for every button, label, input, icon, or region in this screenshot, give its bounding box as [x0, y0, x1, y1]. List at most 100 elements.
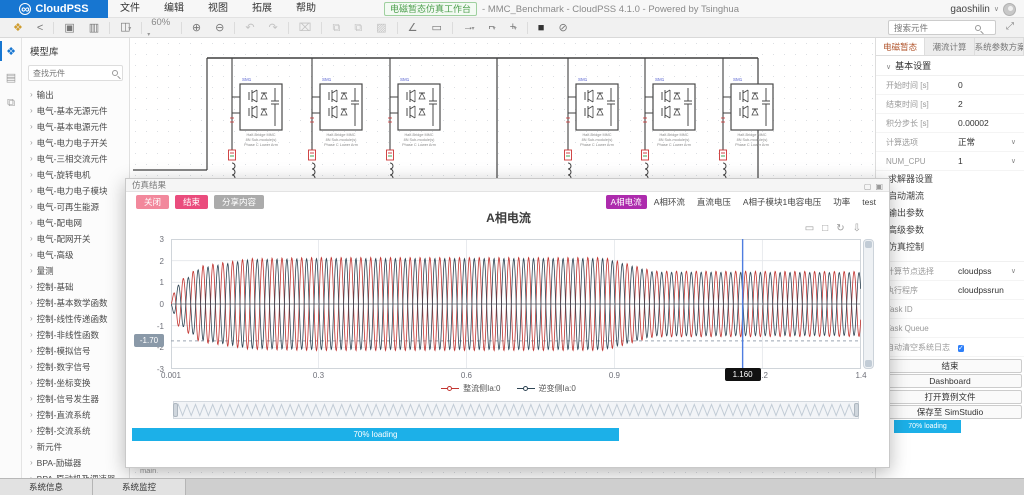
datazoom-left-handle[interactable]	[173, 403, 178, 417]
legend-item[interactable]: 整流侧Ia:0	[441, 383, 500, 394]
delete-icon[interactable]: ⌧	[292, 18, 319, 38]
element-search-box[interactable]	[888, 20, 996, 35]
menu-帮助[interactable]: 帮助	[284, 0, 328, 18]
sidebar-search-input[interactable]	[33, 69, 111, 78]
share-icon[interactable]: <	[30, 18, 50, 38]
sidebar-item[interactable]: ›新元件	[22, 439, 129, 455]
settings-section-header[interactable]: 求解器设置	[876, 171, 1024, 188]
simulation-results-window[interactable]: 仿真结果 ▢▣ 关闭结束分享内容 A相电流A相环流直流电压A相子模块1电容电压功…	[125, 178, 890, 468]
menu-文件[interactable]: 文件	[108, 0, 152, 18]
sidebar-item[interactable]: ›控制-非线性函数	[22, 327, 129, 343]
reset-icon[interactable]: ↻	[836, 223, 844, 234]
setting-value[interactable]: 1	[958, 156, 1011, 166]
settings-tab-潮流计算[interactable]: 潮流计算	[925, 38, 974, 55]
sidebar-item[interactable]: ›控制-基础	[22, 279, 129, 295]
sidebar-item[interactable]: ›BPA-原动机及调速器	[22, 471, 129, 478]
expand-icon[interactable]: ⤢	[1006, 21, 1014, 32]
sidebar-item[interactable]: ›电气-电力电子开关	[22, 135, 129, 151]
sidebar-search-box[interactable]	[28, 65, 123, 81]
setting-value[interactable]: ✓	[958, 342, 1016, 353]
panel-button-结束[interactable]: 结束	[878, 359, 1022, 373]
paste-icon[interactable]: ⧉	[347, 18, 369, 38]
settings-tab-系统参数方案[interactable]: 系统参数方案	[975, 38, 1024, 55]
result-tab[interactable]: 功率	[828, 195, 855, 209]
result-tab[interactable]: A相电流	[606, 195, 647, 209]
vertical-datazoom-slider[interactable]	[863, 239, 874, 369]
sidebar-item[interactable]: ›电气-三相交流元件	[22, 151, 129, 167]
menu-拓展[interactable]: 拓展	[240, 0, 284, 18]
line-tool-icon[interactable]: ∠	[401, 18, 425, 38]
rect-tool-icon[interactable]: ▭	[424, 18, 448, 38]
sidebar-item[interactable]: ›控制-基本数学函数	[22, 295, 129, 311]
sidebar-item[interactable]: ›电气-基本电源元件	[22, 119, 129, 135]
sidebar-item[interactable]: ›电气-旋转电机	[22, 167, 129, 183]
results-window-titlebar[interactable]: 仿真结果 ▢▣	[126, 179, 889, 192]
add-element-icon[interactable]: + ▾	[503, 17, 524, 39]
box-select-icon[interactable]: ▭	[805, 223, 814, 234]
menu-编辑[interactable]: 编辑	[152, 0, 196, 18]
save-icon[interactable]: ▣	[57, 18, 81, 38]
result-tab[interactable]: A相环流	[649, 195, 690, 209]
setting-value[interactable]: 正常	[958, 136, 1011, 148]
results-button-关闭[interactable]: 关闭	[136, 195, 169, 209]
help-icon[interactable]: ⊘	[551, 18, 574, 38]
status-tab-系统信息[interactable]: 系统信息	[0, 479, 93, 495]
panel-button-保存至 SimStudio[interactable]: 保存至 SimStudio	[878, 405, 1022, 419]
panel-button-Dashboard[interactable]: Dashboard	[878, 374, 1022, 388]
legend-item[interactable]: 逆变侧Ia:0	[517, 383, 576, 394]
settings-section-header[interactable]: 高级参数	[876, 222, 1024, 239]
zoom-in-icon[interactable]: ⊕	[185, 18, 208, 38]
settings-section-header[interactable]: 仿真控制	[876, 239, 1024, 256]
sidebar-item[interactable]: ›控制-交流系统	[22, 423, 129, 439]
status-tab-系统监控[interactable]: 系统监控	[93, 479, 186, 495]
menu-视图[interactable]: 视图	[196, 0, 240, 18]
files-icon[interactable]: ⧉	[0, 90, 22, 116]
sidebar-item[interactable]: ›电气-高级	[22, 247, 129, 263]
sidebar-item[interactable]: ›电气-可再生能源	[22, 199, 129, 215]
save-as-icon[interactable]: ▥	[82, 18, 106, 38]
results-button-结束[interactable]: 结束	[175, 195, 208, 209]
setting-value[interactable]: 0	[958, 80, 1016, 90]
layers-icon[interactable]: ▤	[0, 64, 22, 90]
result-tab[interactable]: test	[857, 196, 881, 208]
settings-section-header[interactable]: 输出参数	[876, 205, 1024, 222]
settings-section-header[interactable]: 启动潮流	[876, 188, 1024, 205]
layout-panel-icon[interactable]: ◫ ▾	[113, 17, 138, 39]
sidebar-item[interactable]: ›控制-模拟信号	[22, 343, 129, 359]
horizontal-datazoom-slider[interactable]	[173, 401, 859, 419]
polyline-tool-icon[interactable]: ⌐ ▾	[482, 17, 503, 39]
setting-value[interactable]: cloudpss	[958, 266, 1011, 276]
arrow-tool-icon[interactable]: → ▾	[456, 17, 482, 39]
download-icon[interactable]: ⇩	[853, 223, 861, 234]
sidebar-item[interactable]: ›BPA-励磁器	[22, 455, 129, 471]
sidebar-item[interactable]: ›电气-配网开关	[22, 231, 129, 247]
model-library-icon[interactable]: ❖	[0, 38, 22, 64]
panel-button-打开算例文件[interactable]: 打开算例文件	[878, 390, 1022, 404]
component-library-icon[interactable]: ❖	[6, 18, 30, 38]
stop-icon[interactable]: ■	[531, 18, 552, 38]
checkbox-checked[interactable]: ✓	[958, 345, 964, 352]
maximize-icon[interactable]: ▢	[864, 182, 872, 191]
undo-icon[interactable]: ↶	[238, 18, 261, 38]
fill-color-icon[interactable]: ▨	[369, 18, 393, 38]
basic-settings-header[interactable]: ∨基本设置	[876, 56, 1024, 76]
settings-tab-电磁暂态[interactable]: 电磁暂态	[876, 38, 925, 55]
sidebar-item[interactable]: ›输出	[22, 87, 129, 103]
results-button-分享内容[interactable]: 分享内容	[214, 195, 264, 209]
setting-value[interactable]: cloudpssrun	[958, 285, 1016, 295]
restore-icon[interactable]: ▣	[875, 182, 883, 191]
element-search-input[interactable]	[889, 23, 975, 33]
result-tab[interactable]: 直流电压	[692, 195, 736, 209]
copy-icon[interactable]: ⧉	[325, 18, 347, 38]
zoom-out-icon[interactable]: ⊖	[208, 18, 231, 38]
sidebar-item[interactable]: ›控制-线性传递函数	[22, 311, 129, 327]
waveform-plot[interactable]	[171, 239, 861, 369]
setting-value[interactable]: 0.00002	[958, 118, 1016, 128]
sidebar-item[interactable]: ›电气-配电网	[22, 215, 129, 231]
datazoom-right-handle[interactable]	[854, 403, 859, 417]
sidebar-item[interactable]: ›控制-坐标变换	[22, 375, 129, 391]
zoom-level-select[interactable]: 60% ▾	[145, 17, 178, 39]
sidebar-item[interactable]: ›电气-基本无源元件	[22, 103, 129, 119]
zoom-box-icon[interactable]: □	[822, 223, 828, 234]
user-menu[interactable]: gaoshilin ∨	[950, 0, 1016, 18]
